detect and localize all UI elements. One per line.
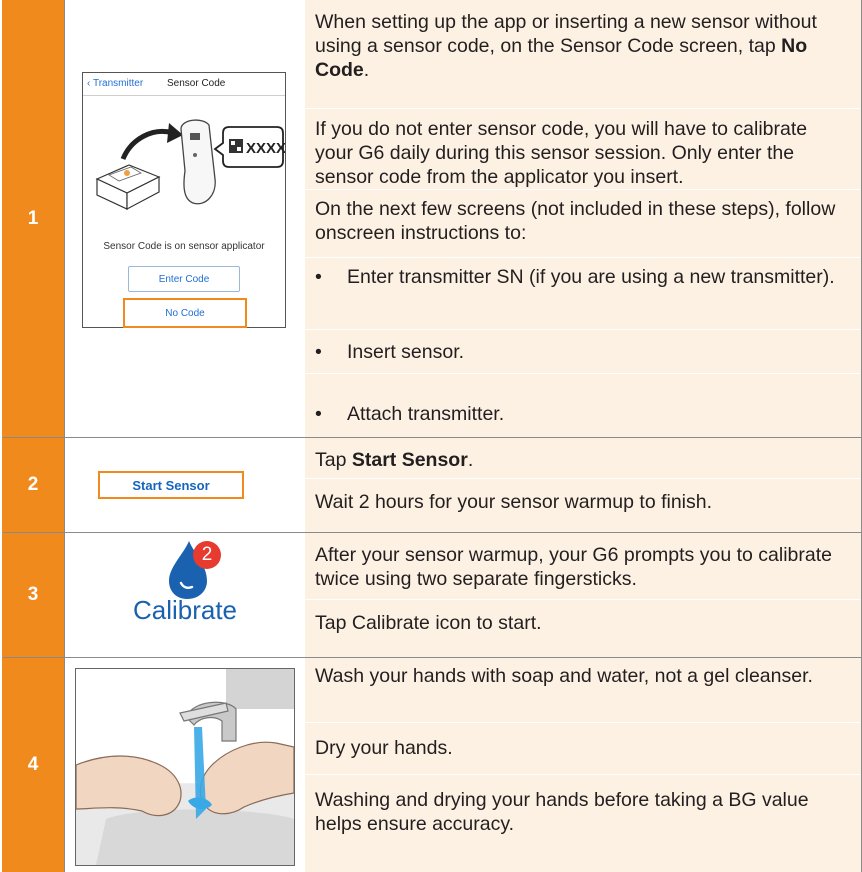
sensor-box-icon [95,164,161,210]
step-row-3: 3 2 Calibrate After your sensor warmup, … [2,533,862,657]
step-number: 2 [2,438,64,532]
back-link[interactable]: ‹ Transmitter [87,78,143,89]
bullet-item: • Attach transmitter. [315,403,505,425]
phone-nav-bar: ‹ Transmitter Sensor Code [83,73,285,96]
steps-table: 1 ‹ Transmitter Sensor Code XXXX Sensor … [2,0,862,872]
step-image-cell: ‹ Transmitter Sensor Code XXXX Sensor Co… [64,0,306,437]
bullet-glyph: • [315,341,322,363]
enter-code-button[interactable]: Enter Code [128,266,240,292]
step-paragraph: Dry your hands. [315,737,453,759]
code-tag-text: XXXX [246,140,285,157]
step-paragraph: When setting up the app or inserting a n… [315,11,817,81]
step-number: 4 [2,658,64,872]
step-paragraph: If you do not enter sensor code, you wil… [315,118,808,188]
hand-washing-illustration [75,668,295,866]
step-number: 3 [2,533,64,657]
step-paragraph: Tap Calibrate icon to start. [315,612,542,634]
step-image-cell: 2 Calibrate [64,533,306,657]
step-paragraph: Wait 2 hours for your sensor warmup to f… [315,491,713,513]
sensor-applicator-illustration: XXXX [95,119,285,210]
phone-screen-sensor-code: ‹ Transmitter Sensor Code XXXX Sensor Co… [82,72,286,328]
step-paragraph: After your sensor warmup, your G6 prompt… [315,544,832,590]
sensor-code-caption: Sensor Code is on sensor applicator [103,241,265,252]
arrow-icon [120,129,174,161]
step-text-cell: When setting up the app or inserting a n… [305,0,862,437]
bullet-glyph: • [315,266,322,288]
calibrate-label: Calibrate [132,595,238,625]
step-row-1: 1 ‹ Transmitter Sensor Code XXXX Sensor … [2,0,862,437]
start-sensor-button[interactable]: Start Sensor [98,471,244,499]
bullet-item: • Enter transmitter SN (if you are using… [315,266,835,288]
step-image-cell [64,658,306,872]
no-code-button[interactable]: No Code [123,298,247,328]
step-text-cell: After your sensor warmup, your G6 prompt… [305,533,862,657]
notification-badge: 2 [193,541,221,569]
bullet-item: • Insert sensor. [315,341,465,363]
bullet-glyph: • [315,403,322,425]
step-paragraph: Wash your hands with soap and water, not… [315,665,813,687]
step-text-cell: Tap Start Sensor. Wait 2 hours for your … [305,438,862,532]
step-number: 1 [2,0,64,437]
step-row-2: 2 Start Sensor Tap Start Sensor. Wait 2 … [2,438,862,532]
step-paragraph: On the next few screens (not included in… [315,198,836,244]
step-paragraph: Tap Start Sensor. [315,449,474,471]
applicator-icon [180,119,216,205]
step-paragraph: Washing and drying your hands before tak… [315,789,809,835]
step-text-cell: Wash your hands with soap and water, not… [305,658,862,872]
chevron-left-icon: ‹ [87,78,91,89]
step-image-cell: Start Sensor [64,438,306,532]
step-row-4: 4 Wash your hands with soap and water, n… [2,658,862,872]
phone-screen-title: Sensor Code [167,78,226,89]
